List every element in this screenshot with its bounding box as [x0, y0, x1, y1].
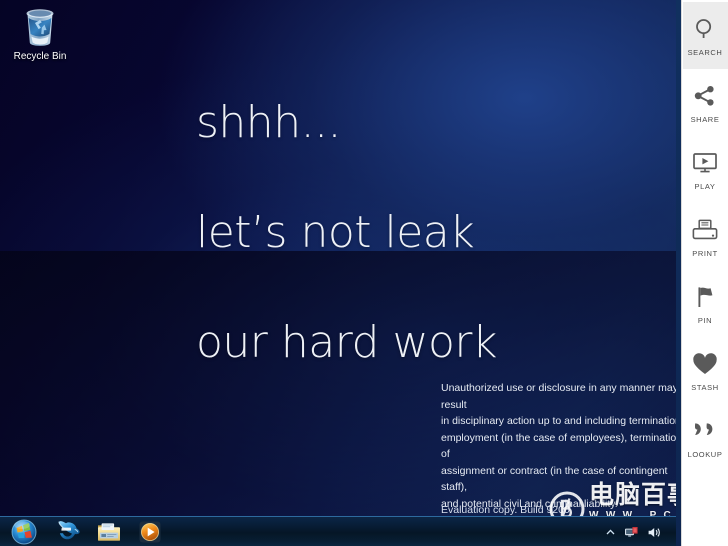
charm-item-pin[interactable]: PIN	[682, 270, 728, 337]
recycle-bin-icon	[26, 9, 54, 46]
quote-icon	[692, 416, 718, 446]
charm-label-print: PRINT	[692, 249, 718, 258]
wallpaper-headline: shhh... let’s not leak our hard work	[196, 40, 497, 425]
charm-item-lookup[interactable]: LOOKUP	[682, 404, 728, 471]
taskbar-file-explorer-button[interactable]	[88, 517, 129, 546]
headline-line-3: our hard work	[196, 317, 497, 368]
charm-label-play: PLAY	[694, 182, 716, 191]
charm-label-stash: STASH	[691, 383, 719, 392]
charm-label-lookup: LOOKUP	[687, 450, 723, 459]
taskbar-internet-explorer-button[interactable]	[47, 517, 88, 546]
printer-icon	[692, 215, 718, 245]
taskbar-buttons	[0, 517, 170, 546]
speaker-icon[interactable]	[647, 526, 662, 539]
network-icon[interactable]	[624, 525, 639, 539]
share-icon	[693, 81, 717, 111]
charm-label-share: SHARE	[690, 115, 720, 124]
heart-icon	[692, 349, 718, 379]
charm-label-search: SEARCH	[687, 48, 723, 57]
charm-item-stash[interactable]: STASH	[682, 337, 728, 404]
charm-item-print[interactable]: PRINT	[682, 203, 728, 270]
charm-item-share[interactable]: SHARE	[682, 69, 728, 136]
show-hidden-icons-chevron-icon[interactable]	[605, 527, 616, 538]
search-icon	[693, 14, 717, 44]
headline-line-1: shhh...	[196, 97, 342, 148]
charm-label-pin: PIN	[697, 316, 713, 325]
charm-item-search[interactable]: SEARCH	[682, 2, 728, 69]
folder-explorer-icon	[97, 522, 120, 541]
windows-orb-icon	[11, 519, 36, 544]
desktop-wallpaper[interactable]: Recycle Bin shhh... let’s not leak our h…	[0, 0, 728, 546]
flag-pin-icon	[693, 282, 717, 312]
desktop-icon-recycle-bin[interactable]: Recycle Bin	[4, 6, 76, 63]
desktop-icon-label: Recycle Bin	[13, 51, 67, 62]
headline-line-2: let’s not leak	[196, 207, 475, 258]
taskbar-media-player-button[interactable]	[129, 517, 170, 546]
start-button[interactable]	[0, 517, 47, 546]
taskbar[interactable]: 1:16 PM 9/23/201	[0, 516, 728, 546]
media-player-icon	[139, 521, 160, 542]
internet-explorer-icon	[58, 520, 80, 539]
charm-item-play[interactable]: PLAY	[682, 136, 728, 203]
charms-panel: SEARCH SHARE PLAY PRINT PIN STASH LOOKUP	[681, 0, 728, 546]
play-icon	[692, 148, 718, 178]
